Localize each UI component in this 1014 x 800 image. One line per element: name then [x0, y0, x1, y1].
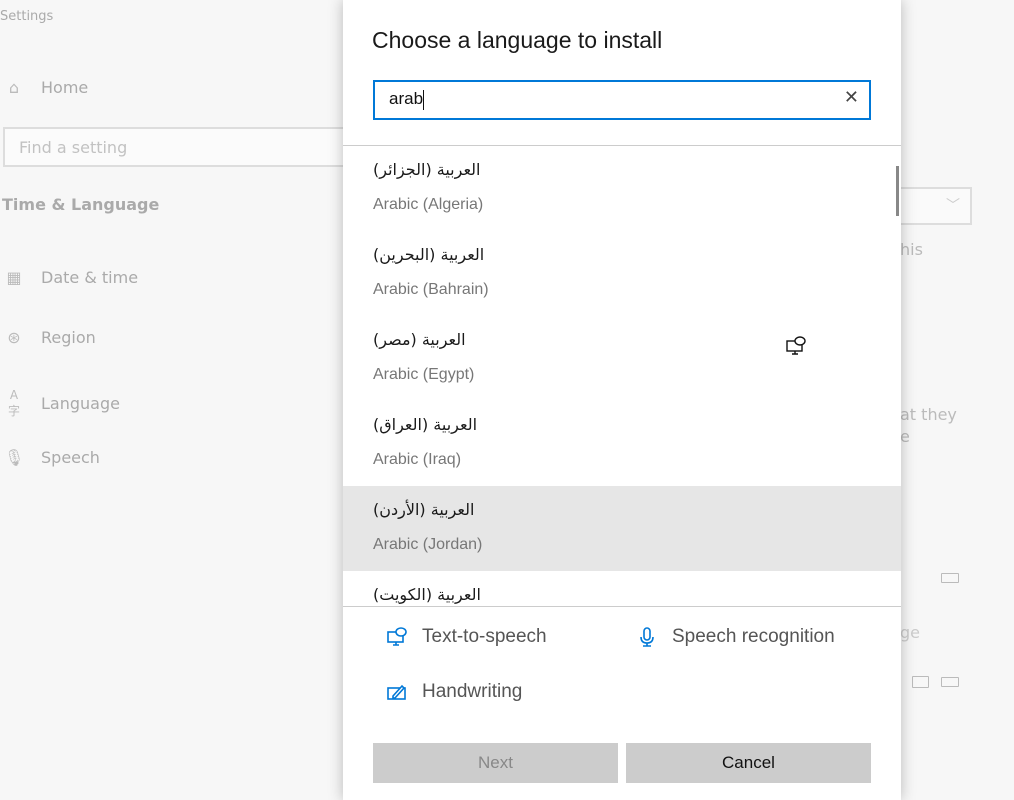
- home-icon: ⌂: [8, 78, 20, 97]
- text-to-speech-icon: [786, 336, 806, 355]
- background-text: at they: [900, 405, 957, 424]
- keyboard-icon: [941, 677, 959, 687]
- nav-date-time[interactable]: ▦ Date & time: [4, 268, 138, 287]
- search-value: arab: [389, 89, 424, 108]
- language-english-name: Arabic (Jordan): [373, 536, 483, 553]
- nav-speech[interactable]: 🎙︎ Speech: [4, 448, 100, 467]
- language-native-name: العربية (الجزائر): [373, 160, 481, 179]
- language-item[interactable]: العربية (الجزائر) Arabic (Algeria): [343, 146, 901, 231]
- calendar-clock-icon: ▦: [6, 268, 22, 287]
- language-native-name: العربية (البحرين): [373, 245, 485, 264]
- feature-label: Handwriting: [422, 681, 523, 702]
- language-native-name: العربية (الأردن): [373, 500, 475, 519]
- language-english-name: Arabic (Bahrain): [373, 281, 489, 298]
- dialog-title: Choose a language to install: [372, 27, 663, 53]
- language-search-input[interactable]: arab ✕: [373, 80, 871, 120]
- cancel-button[interactable]: Cancel: [626, 743, 871, 783]
- nav-label: Home: [41, 78, 89, 97]
- language-english-name: Arabic (Egypt): [373, 366, 475, 383]
- background-text: his: [900, 240, 923, 259]
- language-item[interactable]: العربية (البحرين) Arabic (Bahrain): [343, 231, 901, 316]
- language-english-name: Arabic (Algeria): [373, 196, 484, 213]
- text-to-speech-icon: [387, 627, 407, 646]
- feature-label: Text-to-speech: [422, 626, 547, 647]
- nav-language[interactable]: A字 Language: [4, 388, 120, 419]
- choose-language-dialog: Choose a language to install arab ✕ العرب…: [343, 0, 901, 800]
- nav-region[interactable]: ⊛ Region: [4, 328, 96, 347]
- nav-label: Region: [41, 328, 96, 347]
- feature-speech-recognition: Speech recognition: [637, 626, 835, 648]
- microphone-icon: [640, 627, 654, 647]
- language-native-name: العربية (العراق): [373, 415, 478, 434]
- globe-icon: ⊛: [7, 328, 21, 347]
- chevron-down-icon: ﹀: [946, 198, 960, 214]
- nav-home[interactable]: ⌂ Home: [4, 78, 88, 97]
- language-native-name: العربية (الكويت): [373, 585, 481, 604]
- next-button[interactable]: Next: [373, 743, 618, 783]
- nav-label: Date & time: [41, 268, 139, 287]
- language-item[interactable]: العربية (العراق) Arabic (Iraq): [343, 401, 901, 486]
- feature-handwriting: Handwriting: [387, 681, 522, 703]
- language-item[interactable]: العربية (الأردن) Arabic (Jordan): [343, 486, 901, 571]
- scrollbar[interactable]: [896, 166, 899, 216]
- language-item[interactable]: العربية (مصر) Arabic (Egypt): [343, 316, 901, 401]
- nav-label: Language: [41, 394, 120, 413]
- language-dropdown[interactable]: ﹀: [890, 187, 972, 225]
- divider: [343, 606, 901, 607]
- language-list: العربية (الجزائر) Arabic (Algeria) العربية…: [343, 146, 901, 606]
- feature-label: Speech recognition: [672, 626, 835, 647]
- app-title: Settings: [0, 9, 54, 24]
- feature-text-to-speech: Text-to-speech: [387, 626, 547, 648]
- background-text: e: [900, 427, 910, 446]
- handwriting-icon: [912, 676, 929, 688]
- handwriting-icon: [387, 684, 406, 700]
- microphone-icon: 🎙︎: [4, 448, 25, 467]
- section-title: Time & Language: [2, 195, 160, 214]
- language-item[interactable]: العربية (الكويت): [343, 571, 901, 606]
- keyboard-icon: [941, 573, 959, 583]
- clear-icon[interactable]: ✕: [844, 87, 859, 108]
- text-caret: [423, 89, 425, 110]
- language-english-name: Arabic (Iraq): [373, 451, 462, 468]
- nav-label: Speech: [41, 448, 100, 467]
- background-text: ge: [900, 623, 920, 642]
- find-setting-input[interactable]: Find a setting: [3, 127, 348, 167]
- language-icon: A字: [7, 388, 20, 418]
